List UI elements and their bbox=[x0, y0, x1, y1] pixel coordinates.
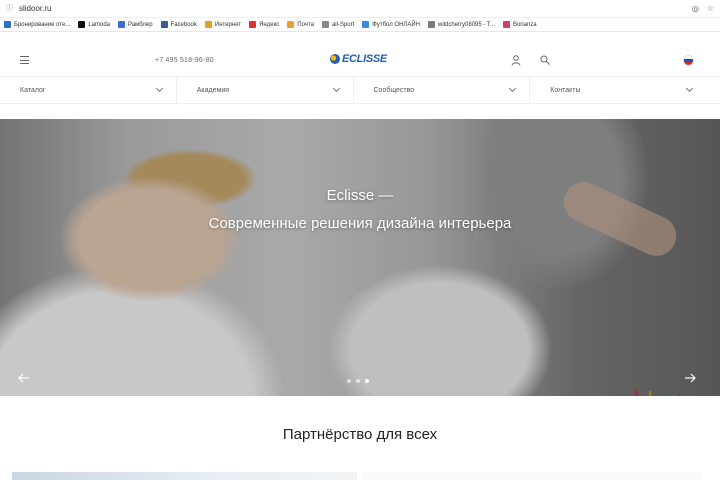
bookmark-favicon-icon bbox=[362, 21, 370, 28]
nav-item-label: Контакты bbox=[550, 86, 581, 94]
logo-mark-icon bbox=[330, 54, 340, 64]
hero-title-line2: Современные решения дизайна интерьера bbox=[208, 215, 512, 232]
logo-wordmark: ECLISSE bbox=[342, 53, 387, 65]
address-bar[interactable]: ⓘ slidoor.ru ◎ ☆ bbox=[0, 0, 720, 18]
phone-number[interactable]: +7 495 518-96-80 bbox=[155, 57, 214, 64]
bookmark-favicon-icon bbox=[118, 21, 125, 28]
bookmark-favicon-icon bbox=[4, 21, 11, 28]
bookmark-item[interactable]: Lamoda bbox=[78, 21, 110, 28]
bookmark-item[interactable]: Рамблер bbox=[118, 21, 153, 28]
bookmark-item[interactable]: Яндекс bbox=[249, 21, 279, 28]
slider-prev-arrow-icon[interactable] bbox=[18, 373, 30, 383]
bookmark-favicon-icon bbox=[78, 21, 86, 28]
section-title: Партнёрство для всех bbox=[282, 426, 438, 443]
chevron-down-icon bbox=[332, 84, 340, 93]
nav-item-academy[interactable]: Академия bbox=[177, 77, 354, 103]
browser-actions: ◎ ☆ bbox=[692, 4, 714, 13]
slider-next-arrow-icon[interactable] bbox=[684, 373, 696, 383]
hamburger-menu-icon[interactable] bbox=[20, 56, 29, 64]
bookmark-item[interactable]: Футбол ОНЛАЙН bbox=[362, 21, 420, 28]
nav-item-catalog[interactable]: Каталог bbox=[0, 77, 177, 103]
bookmarks-bar: Бронирование оте... Lamoda Рамблер Faceb… bbox=[0, 18, 720, 32]
slider-dot[interactable] bbox=[347, 379, 351, 383]
bookmark-favicon-icon bbox=[502, 21, 510, 28]
bookmark-favicon-icon bbox=[249, 21, 257, 28]
slider-dot[interactable] bbox=[356, 379, 360, 383]
user-account-icon[interactable] bbox=[511, 55, 521, 66]
nav-item-community[interactable]: Сообщество bbox=[354, 77, 531, 103]
partner-card[interactable] bbox=[362, 472, 702, 480]
slider-dot-active[interactable] bbox=[365, 379, 369, 383]
site-info-icon[interactable]: ⓘ bbox=[6, 5, 14, 13]
bookmark-item[interactable]: Facebook bbox=[160, 21, 197, 28]
bookmark-favicon-icon bbox=[321, 21, 329, 28]
chevron-down-icon bbox=[509, 84, 517, 93]
bookmark-item[interactable]: all-Sport bbox=[321, 21, 354, 28]
hero-overlay bbox=[0, 119, 720, 396]
slider-dots bbox=[347, 379, 369, 383]
url-text[interactable]: slidoor.ru bbox=[19, 4, 692, 13]
bookmark-favicon-icon bbox=[204, 21, 212, 28]
bookmark-item[interactable]: wildcherry08095 - T... bbox=[428, 21, 495, 28]
bookmark-favicon-icon bbox=[428, 21, 436, 28]
nav-item-contacts[interactable]: Контакты bbox=[530, 77, 720, 103]
site-logo[interactable]: ECLISSE bbox=[330, 53, 387, 65]
language-flag-icon[interactable] bbox=[683, 55, 694, 66]
chevron-down-icon bbox=[155, 84, 163, 93]
bookmark-item[interactable]: Интернет bbox=[204, 21, 241, 28]
site-header: +7 495 518-96-80 ECLISSE bbox=[0, 46, 720, 76]
search-icon[interactable] bbox=[540, 55, 550, 65]
nav-item-label: Академия bbox=[196, 86, 230, 94]
star-icon[interactable]: ☆ bbox=[707, 4, 714, 13]
chevron-down-icon bbox=[685, 84, 694, 93]
hero-title-line1: Eclisse — bbox=[326, 187, 394, 204]
bookmark-item[interactable]: Bonanza bbox=[502, 21, 537, 28]
partner-card-image[interactable] bbox=[12, 472, 357, 480]
bookmark-item[interactable]: Бронирование оте... bbox=[4, 21, 70, 28]
main-nav: Каталог Академия Сообщество Контакты bbox=[0, 76, 720, 104]
bookmark-item[interactable]: Почта bbox=[287, 21, 314, 28]
bookmark-favicon-icon bbox=[287, 21, 295, 28]
camera-icon[interactable]: ◎ bbox=[692, 4, 699, 13]
nav-item-label: Сообщество bbox=[373, 86, 415, 94]
bookmark-favicon-icon bbox=[160, 21, 168, 28]
hero-slider: Eclisse — Современные решения дизайна ин… bbox=[0, 119, 720, 396]
nav-item-label: Каталог bbox=[20, 86, 46, 94]
